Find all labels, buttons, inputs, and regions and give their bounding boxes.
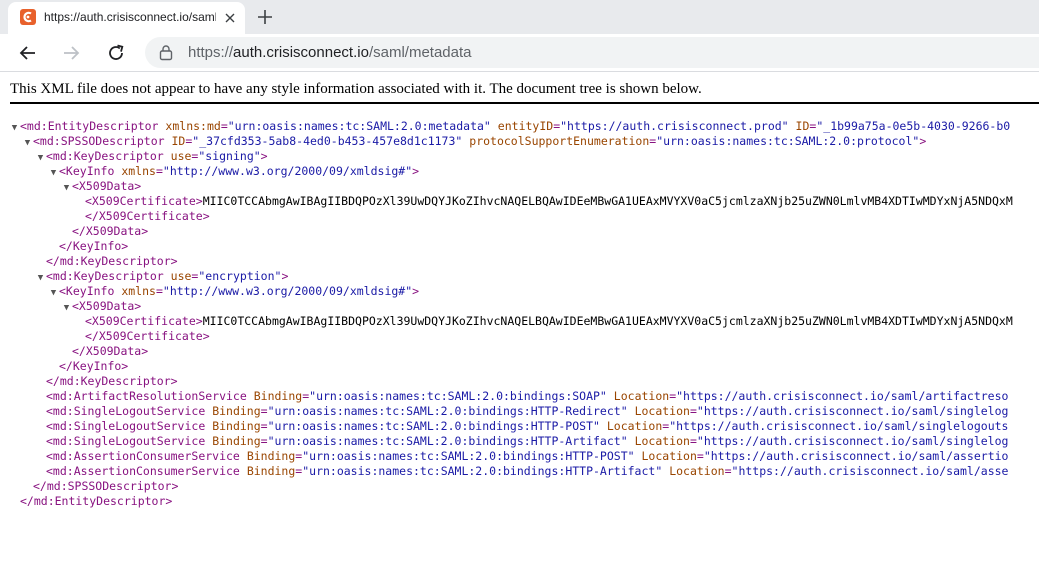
reload-icon[interactable] bbox=[104, 41, 128, 65]
new-tab-icon[interactable] bbox=[254, 6, 276, 28]
tab-title: https://auth.crisisconnect.io/saml/metad… bbox=[44, 10, 216, 24]
xml-line-x509data: ▼ <X509Data> bbox=[0, 299, 1039, 314]
xml-line-x509certificate-close: </X509Certificate> bbox=[85, 209, 210, 223]
xml-line-x509data-close: </X509Data> bbox=[72, 224, 149, 238]
xml-line-keydescriptor-close: </md:KeyDescriptor> bbox=[46, 374, 178, 388]
xml-line-keydescriptor-encryption: ▼ <md:KeyDescriptor use="encryption"> bbox=[0, 269, 1039, 284]
xml-line-single-logout-service: <md:SingleLogoutService Binding="urn:oas… bbox=[46, 404, 1009, 418]
back-icon[interactable] bbox=[16, 41, 40, 65]
browser-tab[interactable]: https://auth.crisisconnect.io/saml/metad… bbox=[8, 2, 245, 34]
xml-line-keydescriptor-signing: ▼ <md:KeyDescriptor use="signing"> bbox=[0, 149, 1039, 164]
xml-line-keyinfo-close: </KeyInfo> bbox=[59, 359, 129, 373]
xml-line-entity-descriptor-close: </md:EntityDescriptor> bbox=[20, 494, 173, 508]
notice-divider bbox=[10, 102, 1039, 104]
xml-line-keydescriptor-close: </md:KeyDescriptor> bbox=[46, 254, 178, 268]
xml-tree: ▼ <md:EntityDescriptor xmlns:md="urn:oasi… bbox=[0, 119, 1039, 509]
lock-icon[interactable] bbox=[158, 44, 174, 61]
xml-line-x509certificate: <X509Certificate>MIIC0TCCAbmgAwIBAgIIBDQ… bbox=[85, 194, 1013, 208]
xml-line-single-logout-service: <md:SingleLogoutService Binding="urn:oas… bbox=[46, 434, 1009, 448]
crisisconnect-favicon-icon bbox=[20, 9, 36, 25]
close-tab-icon[interactable] bbox=[222, 10, 238, 26]
xml-line-spsso-descriptor: ▼ <md:SPSSODescriptor ID="_37cfd353-5ab8-… bbox=[0, 134, 1039, 149]
xml-line-x509data: ▼ <X509Data> bbox=[0, 179, 1039, 194]
xml-line-keyinfo-close: </KeyInfo> bbox=[59, 239, 129, 253]
xml-line-assertion-consumer-service: <md:AssertionConsumerService Binding="ur… bbox=[46, 464, 1009, 478]
xml-line-spsso-descriptor-close: </md:SPSSODescriptor> bbox=[33, 479, 179, 493]
xml-line-artifact-resolution-service: <md:ArtifactResolutionService Binding="u… bbox=[46, 389, 1009, 403]
xml-line-single-logout-service: <md:SingleLogoutService Binding="urn:oas… bbox=[46, 419, 1009, 433]
url-text[interactable]: https://auth.crisisconnect.io/saml/metad… bbox=[188, 44, 471, 61]
tab-strip: https://auth.crisisconnect.io/saml/metad… bbox=[0, 0, 1039, 34]
xml-line-entity-descriptor: ▼ <md:EntityDescriptor xmlns:md="urn:oasi… bbox=[0, 119, 1039, 134]
address-bar[interactable]: https://auth.crisisconnect.io/saml/metad… bbox=[145, 37, 1039, 68]
xml-line-assertion-consumer-service: <md:AssertionConsumerService Binding="ur… bbox=[46, 449, 1009, 463]
xml-line-x509data-close: </X509Data> bbox=[72, 344, 149, 358]
xml-style-notice: This XML file does not appear to have an… bbox=[10, 81, 702, 97]
browser-toolbar: https://auth.crisisconnect.io/saml/metad… bbox=[0, 34, 1039, 72]
xml-line-keyinfo: ▼ <KeyInfo xmlns="http://www.w3.org/2000/… bbox=[0, 284, 1039, 299]
xml-line-x509certificate: <X509Certificate>MIIC0TCCAbmgAwIBAgIIBDQ… bbox=[85, 314, 1013, 328]
xml-line-x509certificate-close: </X509Certificate> bbox=[85, 329, 210, 343]
forward-icon[interactable] bbox=[59, 41, 83, 65]
xml-line-keyinfo: ▼ <KeyInfo xmlns="http://www.w3.org/2000/… bbox=[0, 164, 1039, 179]
